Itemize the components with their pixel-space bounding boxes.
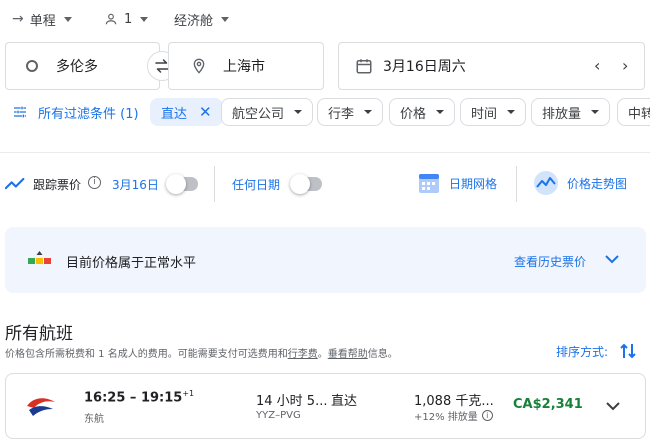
arrow-right-icon: → [12, 11, 24, 27]
chip-label: 时间 [471, 106, 498, 122]
any-dates-label: 任何日期 [232, 178, 281, 192]
passenger-count: 1 [124, 11, 133, 27]
origin-value: 多伦多 [56, 59, 98, 75]
divider [516, 166, 517, 202]
toggle-knob [166, 174, 186, 194]
date-grid-button[interactable]: 日期网格 [417, 170, 497, 196]
trip-type-select[interactable]: → 单程 [12, 8, 72, 30]
chip-bags[interactable]: 行李 [317, 98, 384, 126]
info-icon[interactable]: i [88, 176, 101, 189]
time-separator: – [125, 390, 141, 406]
flight-route: YYZ–PVG [256, 410, 301, 421]
chevron-down-icon [436, 110, 445, 114]
chip-label: 行李 [328, 106, 355, 122]
chevron-down-icon [63, 16, 72, 22]
track-date-toggle[interactable] [166, 174, 198, 194]
flight-emissions: 1,088 千克... [414, 394, 494, 409]
calendar-grid-icon [419, 174, 439, 193]
passenger-select[interactable]: 1 [104, 8, 149, 30]
chevron-down-icon [294, 110, 303, 114]
chevron-down-icon[interactable] [605, 254, 619, 264]
sort-by-label[interactable]: 排序方式: [556, 343, 608, 360]
close-icon[interactable]: ✕ [199, 103, 212, 121]
calendar-icon [356, 59, 372, 74]
chip-label: 直达 [161, 106, 188, 122]
chip-airlines[interactable]: 航空公司 [221, 98, 314, 126]
chip-price[interactable]: 价格 [389, 98, 456, 126]
arrival-time: 19:15 [140, 390, 183, 406]
help-link[interactable]: 垂看帮助 [328, 349, 368, 360]
tune-icon [14, 106, 26, 118]
emissions-delta-text: +12% 排放量 [414, 412, 478, 423]
trip-type-label: 单程 [29, 13, 56, 29]
origin-circle-icon [26, 60, 38, 72]
view-price-history-link[interactable]: 查看历史票价 [514, 253, 586, 270]
day-offset: +1 [182, 389, 195, 398]
destination-value: 上海市 [223, 59, 265, 75]
price-note-text: 价格包含所需税费和 1 名成人的费用。可能需要支付可选费用和 [5, 349, 288, 360]
all-filters-button[interactable]: 所有过滤条件 (1) [12, 98, 139, 126]
flight-stops: 直达 [331, 394, 358, 409]
airline-name: 东航 [84, 414, 104, 425]
chip-nonstop[interactable]: 直达 ✕ [150, 98, 223, 126]
price-graph-label: 价格走势图 [567, 176, 628, 191]
chevron-down-icon [591, 110, 600, 114]
chip-times[interactable]: 时间 [460, 98, 527, 126]
price-note: 价格包含所需税费和 1 名成人的费用。可能需要支付可选费用和行李费。垂看帮助信息… [5, 345, 398, 360]
date-grid-label: 日期网格 [449, 176, 498, 191]
chevron-down-icon [221, 16, 230, 22]
chip-label: 价格 [400, 106, 427, 122]
chevron-down-icon [140, 16, 149, 22]
flight-price: CA$2,341 [513, 397, 583, 412]
chip-label: 排放量 [542, 106, 582, 122]
destination-input[interactable]: 上海市 [168, 42, 324, 90]
departure-time: 16:25 [84, 390, 126, 406]
price-graph-icon [534, 171, 558, 195]
chip-emissions[interactable]: 排放量 [531, 98, 611, 126]
track-date: 3月16日 [112, 178, 159, 192]
bag-fees-link[interactable]: 行李费 [288, 349, 318, 360]
location-pin-icon [193, 58, 205, 74]
trending-icon [5, 177, 25, 190]
next-date-button[interactable]: › [622, 56, 628, 75]
info-icon[interactable]: i [481, 410, 493, 421]
flight-times: 16:25 – 19:15+1 [84, 389, 194, 405]
date-value: 3月16日周六 [383, 59, 466, 75]
price-insight-text: 目前价格属于正常水平 [66, 256, 197, 271]
divider [0, 152, 650, 153]
date-input[interactable]: 3月16日周六 ‹ › [338, 42, 645, 90]
price-note-text: 信息。 [367, 349, 398, 360]
expand-chevron-icon[interactable] [606, 401, 620, 411]
price-graph-button[interactable]: 价格走势图 [533, 170, 627, 196]
chevron-down-icon [507, 110, 516, 114]
chip-connecting[interactable]: 中转 [617, 98, 650, 126]
person-icon [105, 13, 117, 25]
origin-input[interactable]: 多伦多 [5, 42, 160, 90]
emissions-delta: +12% 排放量 i [414, 408, 493, 423]
all-filters-label: 所有过滤条件 (1) [38, 106, 139, 122]
divider [214, 166, 215, 202]
chip-label: 中转 [628, 106, 650, 122]
sort-icon[interactable] [620, 342, 636, 360]
cabin-label: 经济舱 [174, 13, 214, 29]
price-level-icon [28, 251, 51, 264]
chip-label: 航空公司 [232, 106, 285, 122]
flight-duration: 14 小时 5... [256, 394, 328, 409]
price-note-text: 。 [317, 349, 328, 360]
china-eastern-logo-icon [27, 398, 55, 416]
track-prices-label: 跟踪票价 [33, 178, 82, 192]
any-dates-toggle[interactable] [290, 174, 322, 194]
chevron-down-icon [364, 110, 373, 114]
previous-date-button[interactable]: ‹ [594, 56, 600, 75]
cabin-select[interactable]: 经济舱 [174, 8, 230, 30]
toggle-knob [290, 174, 310, 194]
results-heading: 所有航班 [5, 324, 73, 344]
